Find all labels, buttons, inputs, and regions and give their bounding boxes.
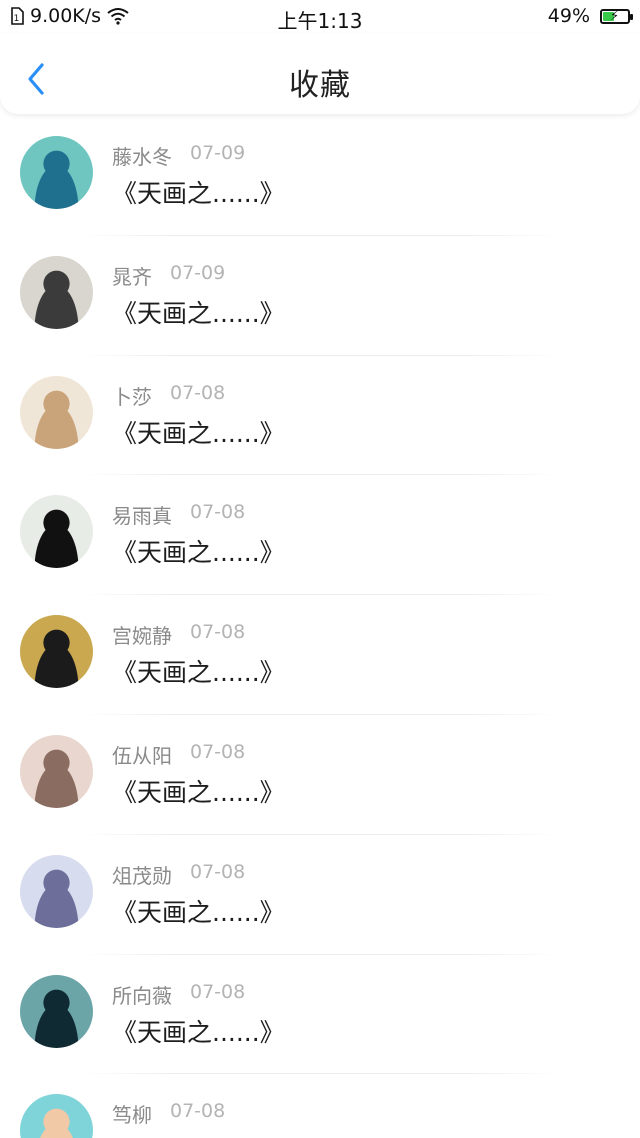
author-name: 宫婉静: [112, 624, 172, 649]
clock: 上午1:13: [277, 9, 363, 33]
battery-icon: ⚡: [600, 8, 633, 24]
list-item[interactable]: 藤水冬 07-09 《天画之......》: [0, 116, 640, 236]
battery-percent: 49%: [547, 5, 590, 27]
avatar[interactable]: [20, 495, 93, 569]
author-name: 俎茂勋: [112, 863, 172, 888]
page-title: 收藏: [289, 68, 351, 103]
list-item[interactable]: 俎茂勋 07-08 《天画之......》: [0, 835, 640, 955]
favorites-list: 藤水冬 07-09 《天画之......》 晁齐 07-09 《天画之......》 卜莎 0…: [0, 116, 640, 1138]
work-title: 《天画之......》: [112, 1017, 285, 1047]
author-name: 所向薇: [112, 983, 172, 1008]
author-name: 藤水冬: [112, 145, 172, 169]
avatar[interactable]: [20, 615, 93, 689]
work-title: 《天画之......》: [112, 179, 285, 208]
avatar[interactable]: [20, 854, 93, 928]
nav-bar: 收藏: [0, 34, 640, 114]
work-title: 《天画之......》: [112, 418, 285, 448]
author-name: 伍从阳: [112, 743, 172, 768]
work-title: 《天画之......》: [112, 777, 285, 807]
charging-icon: ⚡: [610, 8, 620, 24]
work-title: 《天画之......》: [112, 658, 285, 688]
work-title: 《天画之......》: [112, 538, 285, 568]
status-right: 49% ⚡: [547, 5, 633, 27]
post-date: 07-09: [170, 261, 226, 284]
post-date: 07-08: [190, 740, 246, 763]
post-date: 07-08: [190, 980, 246, 1003]
list-item[interactable]: 所向薇 07-08 《天画之......》: [0, 955, 640, 1075]
post-date: 07-09: [190, 142, 246, 164]
author-name: 笃柳: [112, 1103, 152, 1128]
avatar[interactable]: [20, 974, 93, 1048]
author-name: 卜莎: [112, 384, 152, 409]
post-date: 07-08: [190, 860, 246, 883]
list-item[interactable]: 伍从阳 07-08 《天画之......》: [0, 715, 640, 835]
avatar[interactable]: [20, 255, 93, 329]
list-item[interactable]: 晁齐 07-09 《天画之......》: [0, 236, 640, 356]
list-item[interactable]: 卜莎 07-08 《天画之......》: [0, 356, 640, 476]
avatar[interactable]: [20, 375, 93, 449]
status-bar: 1 9.00K/s 上午1:13 49% ⚡: [0, 0, 640, 34]
post-date: 07-08: [190, 621, 246, 644]
avatar[interactable]: [20, 136, 93, 209]
author-name: 易雨真: [112, 504, 172, 529]
author-name: 晁齐: [112, 264, 152, 289]
post-date: 07-08: [170, 381, 226, 404]
work-title: 《天画之......》: [112, 298, 285, 328]
post-date: 07-08: [170, 1100, 226, 1123]
avatar[interactable]: [20, 1094, 93, 1138]
list-item[interactable]: 笃柳 07-08 《天画之......》: [0, 1074, 640, 1138]
favorites-page: 1 9.00K/s 上午1:13 49% ⚡ 收藏 藤水冬 07-09 《天画之…: [0, 0, 640, 1138]
work-title: 《天画之......》: [112, 897, 285, 927]
post-date: 07-08: [190, 501, 246, 524]
work-title: 《天画之......》: [112, 1132, 285, 1138]
list-item[interactable]: 易雨真 07-08 《天画之......》: [0, 475, 640, 596]
list-item[interactable]: 宫婉静 07-08 《天画之......》: [0, 595, 640, 715]
avatar[interactable]: [20, 734, 93, 808]
